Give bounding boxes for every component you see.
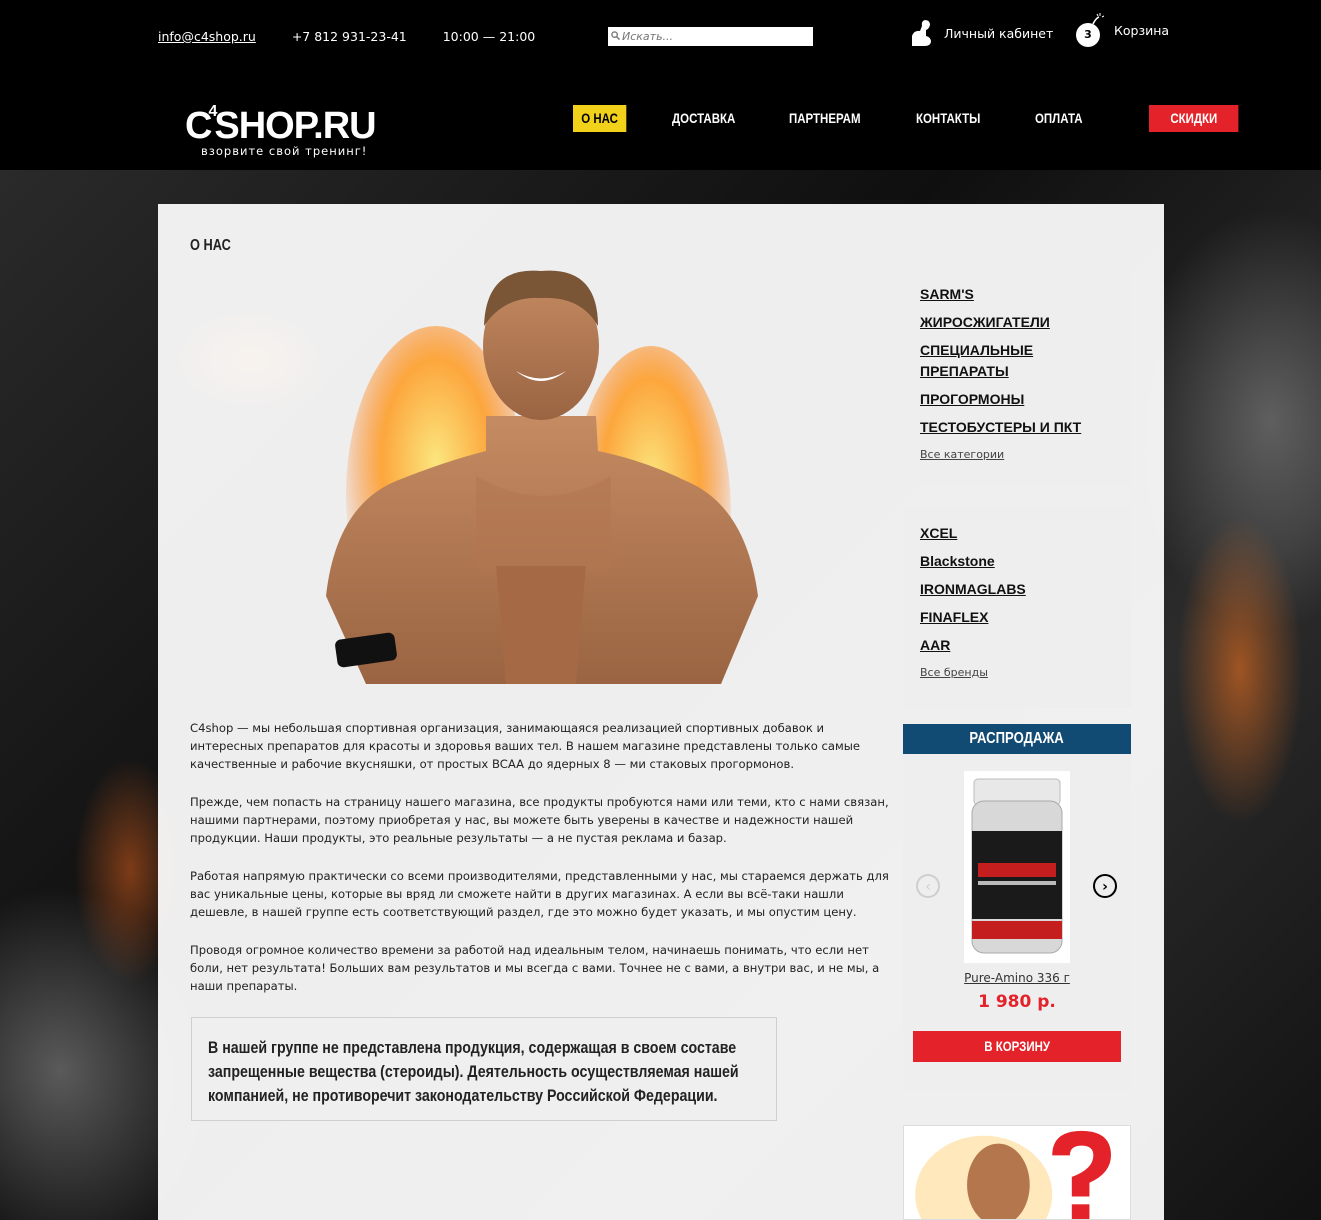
- nav-discounts[interactable]: СКИДКИ: [1148, 105, 1239, 132]
- nav-payment[interactable]: ОПЛАТА: [1035, 105, 1083, 132]
- main-nav: О НАС ДОСТАВКА ПАРТНЕРАМ КОНТАКТЫ ОПЛАТА…: [573, 105, 1258, 132]
- product-name[interactable]: Pure-Amino 336 г: [903, 971, 1131, 985]
- email-link[interactable]: info@c4shop.ru: [158, 29, 256, 44]
- category-link[interactable]: ЖИРОСЖИГАТЕЛИ: [920, 312, 1114, 333]
- product-price: 1 980 р.: [978, 992, 1056, 1012]
- account-label[interactable]: Личный кабинет: [944, 26, 1053, 41]
- about-paragraph: Работая напрямую практически со всеми пр…: [190, 869, 889, 919]
- about-paragraph: C4shop — мы небольшая спортивная организ…: [190, 721, 861, 771]
- brand-link[interactable]: FINAFLEX: [920, 607, 1114, 628]
- category-menu: SARM'S ЖИРОСЖИГАТЕЛИ СПЕЦИАЛЬНЫЕ ПРЕПАРА…: [903, 267, 1131, 485]
- category-link[interactable]: SARM'S: [920, 284, 1114, 305]
- about-text: C4shop — мы небольшая спортивная организ…: [190, 719, 895, 1015]
- all-categories-link[interactable]: Все категории: [920, 448, 1114, 461]
- sale-title: РАСПРОДАЖА: [903, 724, 1131, 754]
- product-image[interactable]: [964, 771, 1070, 963]
- promo-banner[interactable]: [903, 1125, 1131, 1220]
- page-title: О НАС: [190, 237, 231, 254]
- search-icon: [608, 30, 622, 43]
- account-link[interactable]: Личный кабинет: [908, 18, 1053, 48]
- category-link[interactable]: ТЕСТОБУСТЕРЫ И ПКТ: [920, 417, 1114, 438]
- cart-count: 3: [1077, 24, 1099, 46]
- brand-link[interactable]: Blackstone: [920, 551, 1114, 572]
- phone-number: +7 812 931-23-41: [291, 29, 407, 44]
- site-header: info@c4shop.ru +7 812 931-23-41 10:00 — …: [0, 0, 1321, 170]
- search-box[interactable]: [608, 27, 813, 46]
- nav-delivery[interactable]: ДОСТАВКА: [672, 105, 735, 132]
- logo-tagline: взорвите свой тренинг!: [201, 144, 368, 158]
- brand-link[interactable]: IRONMAGLABS: [920, 579, 1114, 600]
- contacts-bar: info@c4shop.ru +7 812 931-23-41 10:00 — …: [158, 29, 567, 44]
- legal-notice: В нашей группе не представлена продукция…: [191, 1017, 777, 1121]
- nav-about[interactable]: О НАС: [573, 105, 627, 132]
- category-link[interactable]: СПЕЦИАЛЬНЫЕ ПРЕПАРАТЫ: [920, 340, 1060, 382]
- brand-link[interactable]: XCEL: [920, 523, 1114, 544]
- search-input[interactable]: [622, 30, 807, 43]
- nav-contacts[interactable]: КОНТАКТЫ: [916, 105, 980, 132]
- sale-widget: РАСПРОДАЖА ‹ › Pure-Amino 336 г 1 980 р.…: [903, 724, 1131, 1090]
- nav-partners[interactable]: ПАРТНЕРАМ: [789, 105, 861, 132]
- working-hours: 10:00 — 21:00: [442, 29, 536, 44]
- brand-menu: XCEL Blackstone IRONMAGLABS FINAFLEX AAR…: [903, 506, 1131, 708]
- bicep-icon: [912, 20, 931, 46]
- all-brands-link[interactable]: Все бренды: [920, 666, 1114, 679]
- site-logo[interactable]: C4SHOP.RU взорвите свой тренинг!: [185, 92, 377, 158]
- bomb-cart-icon: 3: [1076, 12, 1105, 48]
- about-paragraph: Проводя огромное количество времени за р…: [190, 943, 880, 993]
- cart-link[interactable]: 3 Корзина: [1076, 12, 1169, 48]
- about-paragraph: Прежде, чем попасть на страницу нашего м…: [190, 795, 889, 845]
- category-link[interactable]: ПРОГОРМОНЫ: [920, 389, 1114, 410]
- prev-arrow-icon[interactable]: ‹: [916, 874, 940, 898]
- cart-label[interactable]: Корзина: [1114, 23, 1169, 38]
- brand-link[interactable]: AAR: [920, 635, 1114, 656]
- hero-athlete-image: [326, 270, 758, 684]
- add-to-cart-button[interactable]: В КОРЗИНУ: [913, 1031, 1121, 1062]
- next-arrow-icon[interactable]: ›: [1093, 874, 1117, 898]
- main-content: О НАС C4shop — мы небольшая спортивная о…: [158, 204, 1164, 1220]
